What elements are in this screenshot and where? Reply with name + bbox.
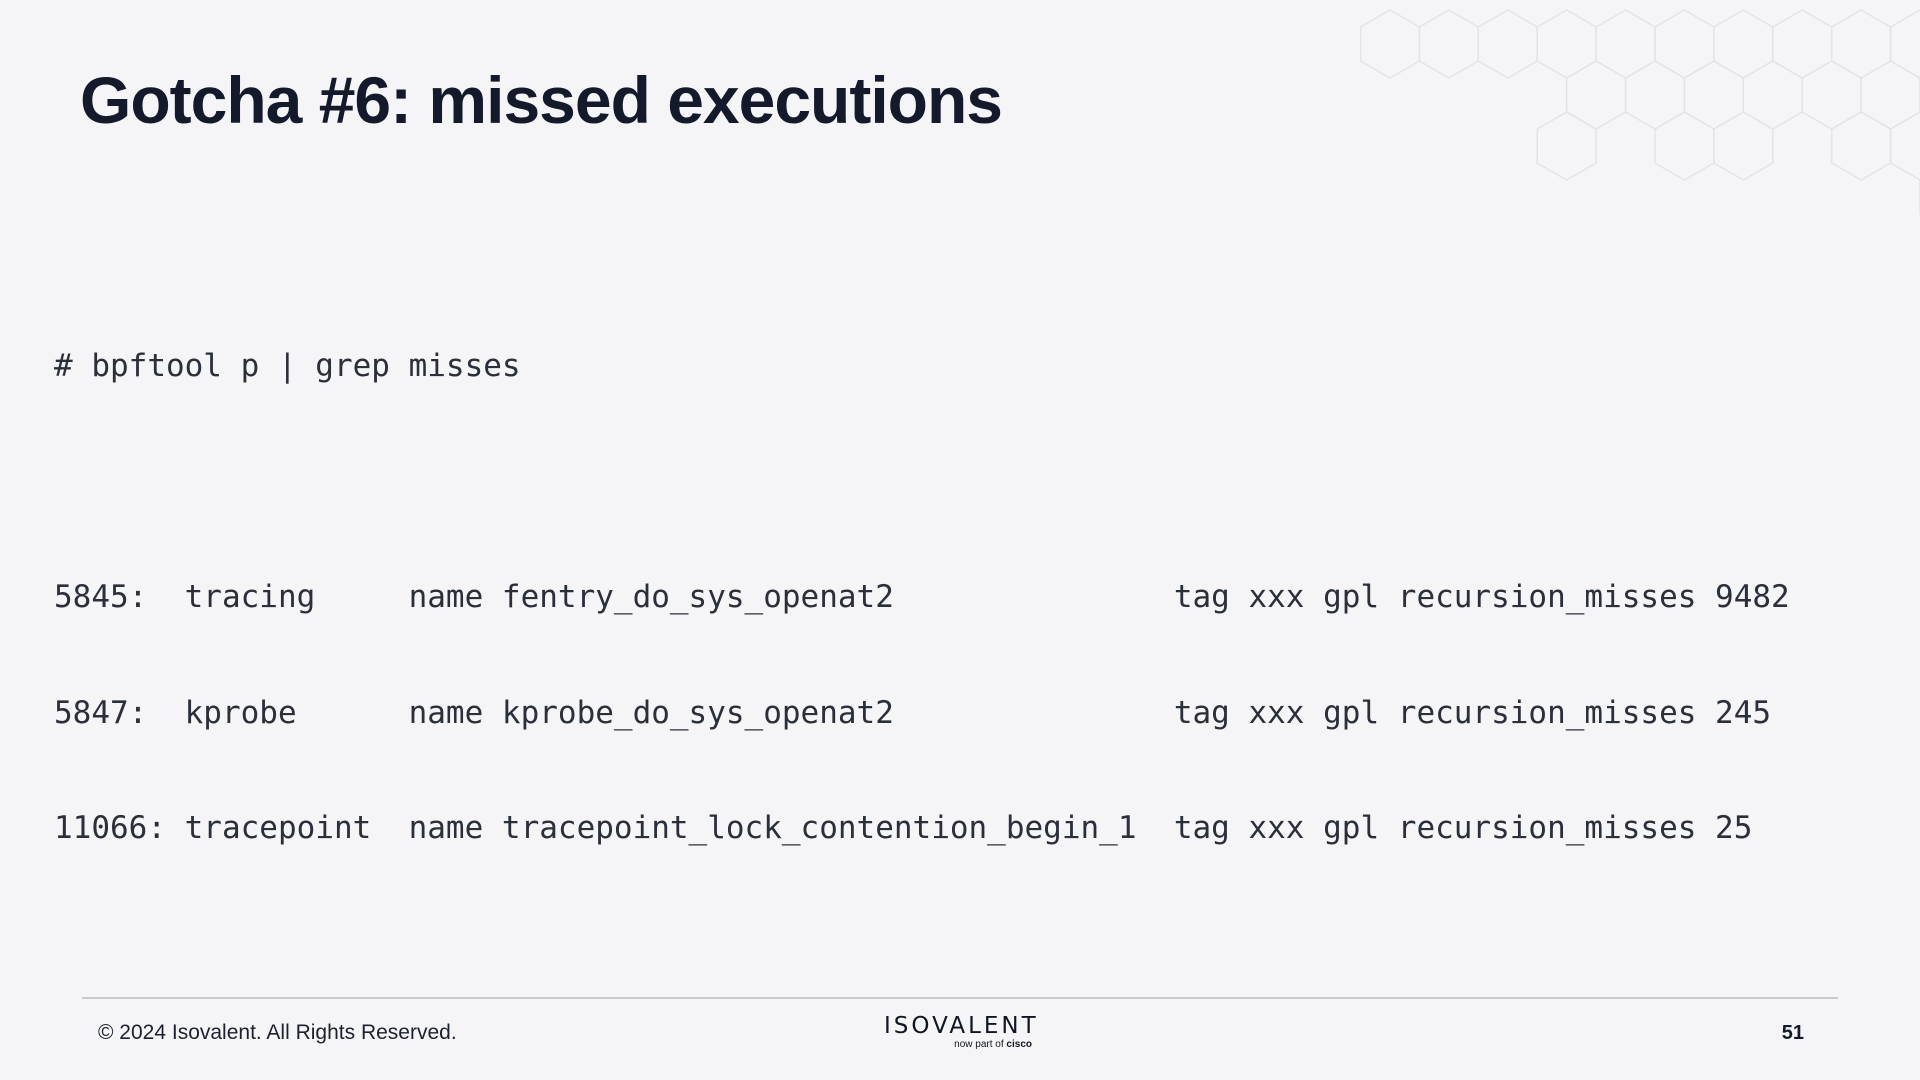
hexagon-shape	[1536, 9, 1597, 79]
hexagon-shape	[1889, 111, 1920, 181]
hexagon-pattern-decoration	[1360, 9, 1920, 215]
logo-tagline: now part of cisco	[884, 1039, 1036, 1051]
hexagon-shape	[1801, 60, 1862, 130]
copyright-notice: © 2024 Isovalent. All Rights Reserved.	[98, 1021, 457, 1044]
hexagon-shape	[1624, 60, 1686, 130]
logo-tagline-prefix: now part of	[954, 1039, 1004, 1050]
code-block: # bpftool p | grep misses 5845: tracing …	[54, 270, 1914, 886]
command-line: # bpftool p | grep misses	[54, 348, 521, 384]
slide-title: Gotcha #6: missed executions	[80, 63, 1003, 137]
output-line: 5847: kprobe name kprobe_do_sys_openat2 …	[54, 694, 1772, 731]
hexagon-shape	[1830, 9, 1892, 79]
hexagon-shape	[1565, 60, 1627, 130]
hexagon-shape	[1860, 60, 1920, 130]
hexagon-shape	[1742, 60, 1803, 130]
isovalent-logo: ISOVALENT now part of cisco	[884, 1013, 1036, 1053]
hexagon-shape	[1360, 9, 1421, 79]
hexagon-shape	[1713, 9, 1774, 79]
hexagon-shape	[1418, 9, 1480, 79]
hexagon-shape	[1713, 111, 1774, 181]
output-line: 5845: tracing name fentry_do_sys_openat2…	[54, 579, 1790, 615]
hexagon-shape	[1830, 111, 1892, 181]
hexagon-shape	[1889, 9, 1920, 79]
hexagon-shape	[1595, 9, 1656, 79]
hexagon-shape	[1536, 111, 1597, 181]
hexagon-shape	[1683, 60, 1745, 130]
page-number: 51	[1781, 1022, 1804, 1044]
output-line: 11066: tracepoint name tracepoint_lock_c…	[54, 810, 1753, 846]
logo-tagline-brand: cisco	[1006, 1039, 1032, 1050]
hexagon-shape	[1654, 111, 1715, 181]
footer-divider	[82, 997, 1838, 999]
hexagon-shape	[1772, 9, 1833, 79]
logo-wordmark: ISOVALENT	[884, 1013, 1039, 1039]
hexagon-shape	[1477, 9, 1538, 79]
hexagon-shape	[1654, 9, 1715, 79]
